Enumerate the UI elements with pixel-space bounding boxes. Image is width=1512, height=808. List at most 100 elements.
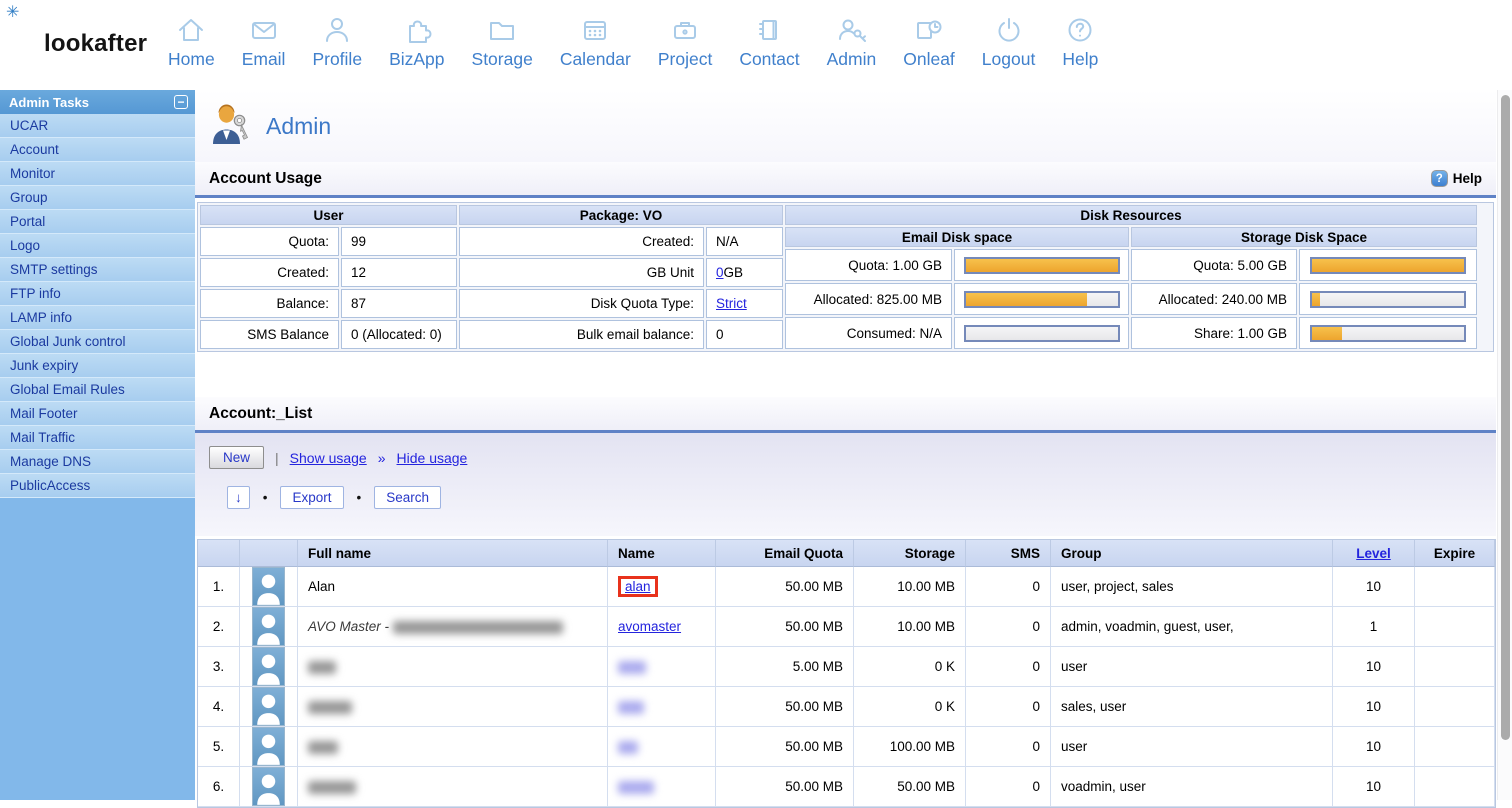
usage-user-header: User — [200, 205, 457, 225]
avatar-cell — [240, 607, 298, 647]
disk-resources-header: Disk Resources — [785, 205, 1477, 225]
group-cell: user — [1051, 727, 1333, 767]
nav-item-home[interactable]: Home — [168, 13, 215, 70]
sidebar-item-smtp-settings[interactable]: SMTP settings — [0, 258, 195, 282]
storage-cell: 50.00 MB — [854, 767, 966, 807]
avatar-cell — [240, 647, 298, 687]
storage-cell: 10.00 MB — [854, 607, 966, 647]
usage-value-link[interactable]: 0 — [716, 265, 724, 280]
row-number-cell: 6. — [198, 767, 240, 807]
sidebar-item-account[interactable]: Account — [0, 138, 195, 162]
nav-item-admin[interactable]: Admin — [826, 13, 877, 70]
nav-item-storage[interactable]: Storage — [472, 13, 533, 70]
nav-item-label: Onleaf — [903, 49, 955, 69]
column-header: Name — [608, 540, 716, 567]
help-icon: ? — [1430, 170, 1448, 187]
account-name-link[interactable]: avomaster — [618, 619, 681, 634]
user-avatar-icon — [252, 727, 285, 766]
level-cell: 10 — [1333, 687, 1415, 727]
column-header[interactable]: Level — [1333, 540, 1415, 567]
usage-label: Allocated: 240.00 MB — [1131, 283, 1297, 315]
sidebar-item-manage-dns[interactable]: Manage DNS — [0, 450, 195, 474]
group-cell: user — [1051, 647, 1333, 687]
brand-logo[interactable]: lookafter — [44, 30, 147, 58]
vertical-scrollbar[interactable] — [1497, 90, 1512, 800]
level-sort-link[interactable]: Level — [1356, 546, 1391, 561]
sidebar: Admin Tasks − UCAR Account Monitor Group Por… — [0, 90, 195, 800]
sidebar-item-mail-traffic[interactable]: Mail Traffic — [0, 426, 195, 450]
sidebar-item-ftp-info[interactable]: FTP info — [0, 282, 195, 306]
nav-item-label: Logout — [981, 49, 1036, 69]
dot-separator: • — [262, 490, 268, 505]
column-header-label: Email Quota — [764, 545, 843, 561]
page-header: Admin — [195, 90, 1496, 162]
sms-cell: 0 — [966, 767, 1051, 807]
sms-cell: 0 — [966, 567, 1051, 607]
nav-item-calendar[interactable]: Calendar — [560, 13, 631, 70]
usage-bar — [1299, 283, 1477, 315]
nav-item-email[interactable]: Email — [241, 13, 286, 70]
table-row: 3. 5.00 MB 0 K 0 user 10 — [198, 647, 1495, 687]
sidebar-item-global-email-rules[interactable]: Global Email Rules — [0, 378, 195, 402]
usage-value-link[interactable]: Strict — [716, 296, 747, 311]
nav-item-label: Contact — [739, 49, 800, 69]
nav-item-onleaf[interactable]: Onleaf — [903, 13, 955, 70]
sidebar-title: Admin Tasks — [9, 94, 89, 110]
redacted-text — [308, 660, 336, 674]
full-name-cell — [298, 727, 608, 767]
full-name-cell — [298, 647, 608, 687]
expire-cell — [1415, 647, 1495, 687]
usage-label: Bulk email balance: — [459, 320, 704, 349]
email-disk-header: Email Disk space — [785, 227, 1129, 247]
help-link[interactable]: ? Help — [1430, 170, 1482, 187]
nav-item-contact[interactable]: Contact — [739, 13, 800, 70]
account-name-link[interactable]: alan — [625, 579, 651, 594]
column-header: Storage — [854, 540, 966, 567]
sidebar-item-logo[interactable]: Logo — [0, 234, 195, 258]
show-usage-link[interactable]: Show usage — [290, 450, 367, 466]
sidebar-item-publicaccess[interactable]: PublicAccess — [0, 474, 195, 498]
avatar-cell — [240, 727, 298, 767]
sort-descending-button[interactable]: ↓ — [227, 486, 250, 509]
sidebar-item-lamp-info[interactable]: LAMP info — [0, 306, 195, 330]
sidebar-item-group[interactable]: Group — [0, 186, 195, 210]
usage-package-group: Package: VO Created: N/A GB Unit 0 GB Disk Qu… — [458, 204, 784, 350]
nav-item-bizapp[interactable]: BizApp — [389, 13, 445, 70]
column-header: Email Quota — [716, 540, 854, 567]
group-cell: admin, voadmin, guest, user, — [1051, 607, 1333, 647]
nav-item-label: Email — [241, 49, 286, 69]
new-button[interactable]: New — [209, 446, 265, 469]
column-header: Expire — [1415, 540, 1495, 567]
sidebar-item-monitor[interactable]: Monitor — [0, 162, 195, 186]
scrollbar-thumb[interactable] — [1501, 95, 1510, 740]
sidebar-item-junk-expiry[interactable]: Junk expiry — [0, 354, 195, 378]
column-header-label: SMS — [1010, 545, 1040, 561]
sidebar-item-global-junk-control[interactable]: Global Junk control — [0, 330, 195, 354]
user-avatar-icon — [252, 767, 285, 806]
collapse-icon[interactable]: − — [174, 95, 188, 109]
nav-item-help[interactable]: Help — [1062, 13, 1098, 70]
sidebar-item-ucar[interactable]: UCAR — [0, 114, 195, 138]
email-quota-cell: 50.00 MB — [716, 607, 854, 647]
nav-item-label: Admin — [826, 49, 877, 69]
question-icon — [1063, 13, 1097, 49]
hide-usage-link[interactable]: Hide usage — [397, 450, 468, 466]
full-name-text: Alan — [308, 579, 336, 594]
nav-item-profile[interactable]: Profile — [312, 13, 362, 70]
redacted-link — [618, 780, 654, 794]
nav-item-project[interactable]: Project — [658, 13, 712, 70]
usage-bar — [954, 317, 1129, 349]
export-button[interactable]: Export — [280, 486, 344, 509]
page-title: Admin — [266, 112, 332, 139]
sidebar-item-mail-footer[interactable]: Mail Footer — [0, 402, 195, 426]
usage-bar — [1299, 249, 1477, 281]
redacted-link — [618, 660, 646, 674]
nav-item-label: Calendar — [559, 49, 631, 69]
level-cell: 10 — [1333, 567, 1415, 607]
nav-item-label: Storage — [471, 49, 533, 69]
usage-label: Disk Quota Type: — [459, 289, 704, 318]
sidebar-header: Admin Tasks − — [0, 90, 195, 114]
nav-item-logout[interactable]: Logout — [981, 13, 1036, 70]
sidebar-item-portal[interactable]: Portal — [0, 210, 195, 234]
search-button[interactable]: Search — [374, 486, 442, 509]
